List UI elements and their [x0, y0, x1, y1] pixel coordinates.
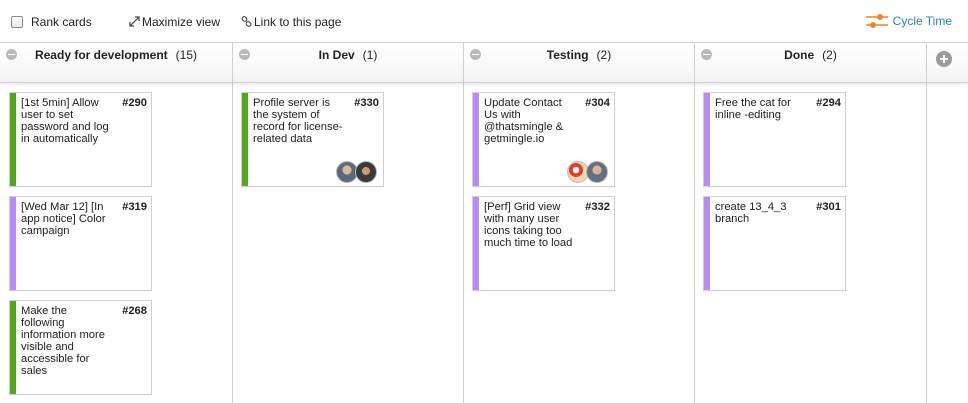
column-body-testing: Update Contact Us with @thatsmingle & ge… [464, 83, 695, 403]
column-header-testing: Testing (2) [464, 43, 695, 83]
rank-cards-label: Rank cards [31, 15, 92, 29]
column-name: Testing [546, 48, 589, 62]
card-title: create 13_4_3 branch [715, 201, 787, 225]
card-color-stripe [10, 197, 16, 290]
card-color-stripe [10, 93, 16, 186]
card-title: [1st 5min] Allow user to set password an… [21, 97, 109, 145]
card[interactable]: [Perf] Grid view with many user icons ta… [472, 196, 615, 291]
card[interactable]: Make the following information more visi… [9, 300, 152, 395]
card[interactable]: create 13_4_3 branch #301 [703, 196, 846, 291]
card-number[interactable]: #319 [122, 201, 147, 213]
card-color-stripe [473, 197, 479, 290]
card[interactable]: Update Contact Us with @thatsmingle & ge… [472, 92, 615, 187]
card-number[interactable]: #301 [816, 201, 841, 213]
column-count: (2) [596, 48, 612, 62]
column-name: Ready for development [34, 48, 168, 62]
column-header-row: Ready for development (15) In Dev (1) Test… [0, 43, 968, 83]
rank-cards-checkbox[interactable] [11, 16, 23, 28]
column-header-in-dev: In Dev (1) [233, 43, 464, 83]
column-body-done: Free the cat for inline -editing #294 cr… [695, 83, 927, 403]
add-column-button[interactable] [927, 43, 968, 83]
card-color-stripe [704, 197, 710, 290]
card-owners [336, 161, 377, 183]
user-avatar[interactable] [355, 161, 377, 183]
card-title: [Wed Mar 12] [In app notice] Color campa… [21, 201, 106, 237]
maximize-view-label: Maximize view [142, 15, 221, 29]
card-number[interactable]: #290 [122, 97, 147, 109]
card-title: Make the following information more visi… [21, 305, 105, 377]
card-number[interactable]: #330 [354, 97, 379, 109]
column-count: (1) [362, 48, 378, 62]
card-number[interactable]: #268 [122, 305, 147, 317]
column-body-in-dev: Profile server is the system of record f… [233, 83, 464, 403]
cycle-time-link[interactable]: Cycle Time [865, 12, 952, 30]
toolbar: Rank cards Maximize view Link to this pa… [0, 0, 968, 43]
card-color-stripe [473, 93, 479, 186]
link-to-page-link[interactable]: Link to this page [240, 14, 341, 30]
column-body-ready: [1st 5min] Allow user to set password an… [0, 83, 233, 403]
card-owners [567, 161, 608, 183]
card-number[interactable]: #304 [585, 97, 610, 109]
card-title: Update Contact Us with @thatsmingle & ge… [484, 97, 564, 145]
cycle-time-label: Cycle Time [892, 14, 952, 28]
expand-arrows-icon [128, 16, 140, 28]
card[interactable]: [1st 5min] Allow user to set password an… [9, 92, 152, 187]
plus-circle-icon [936, 51, 952, 67]
card-color-stripe [242, 93, 248, 186]
rank-cards-toggle[interactable]: Rank cards [11, 14, 92, 30]
column-name: In Dev [318, 48, 355, 62]
card-color-stripe [704, 93, 710, 186]
column-header-ready: Ready for development (15) [0, 43, 233, 83]
chain-link-icon [240, 16, 252, 28]
column-name: Done [784, 48, 815, 62]
card[interactable]: [Wed Mar 12] [In app notice] Color campa… [9, 196, 152, 291]
column-count: (2) [822, 48, 837, 62]
card-title: Profile server is the system of record f… [253, 97, 343, 145]
card[interactable]: Free the cat for inline -editing #294 [703, 92, 846, 187]
link-to-page-label: Link to this page [254, 15, 342, 29]
card-number[interactable]: #332 [585, 201, 610, 213]
cycle-time-icon [865, 14, 888, 28]
user-avatar[interactable] [586, 161, 608, 183]
maximize-view-link[interactable]: Maximize view [128, 14, 220, 30]
card-title: [Perf] Grid view with many user icons ta… [484, 201, 573, 249]
column-header-done: Done (2) [695, 43, 927, 83]
card-color-stripe [10, 301, 16, 394]
card-number[interactable]: #294 [816, 97, 841, 109]
column-count: (15) [175, 48, 198, 62]
card[interactable]: Profile server is the system of record f… [241, 92, 384, 187]
card-title: Free the cat for inline -editing [715, 97, 791, 121]
